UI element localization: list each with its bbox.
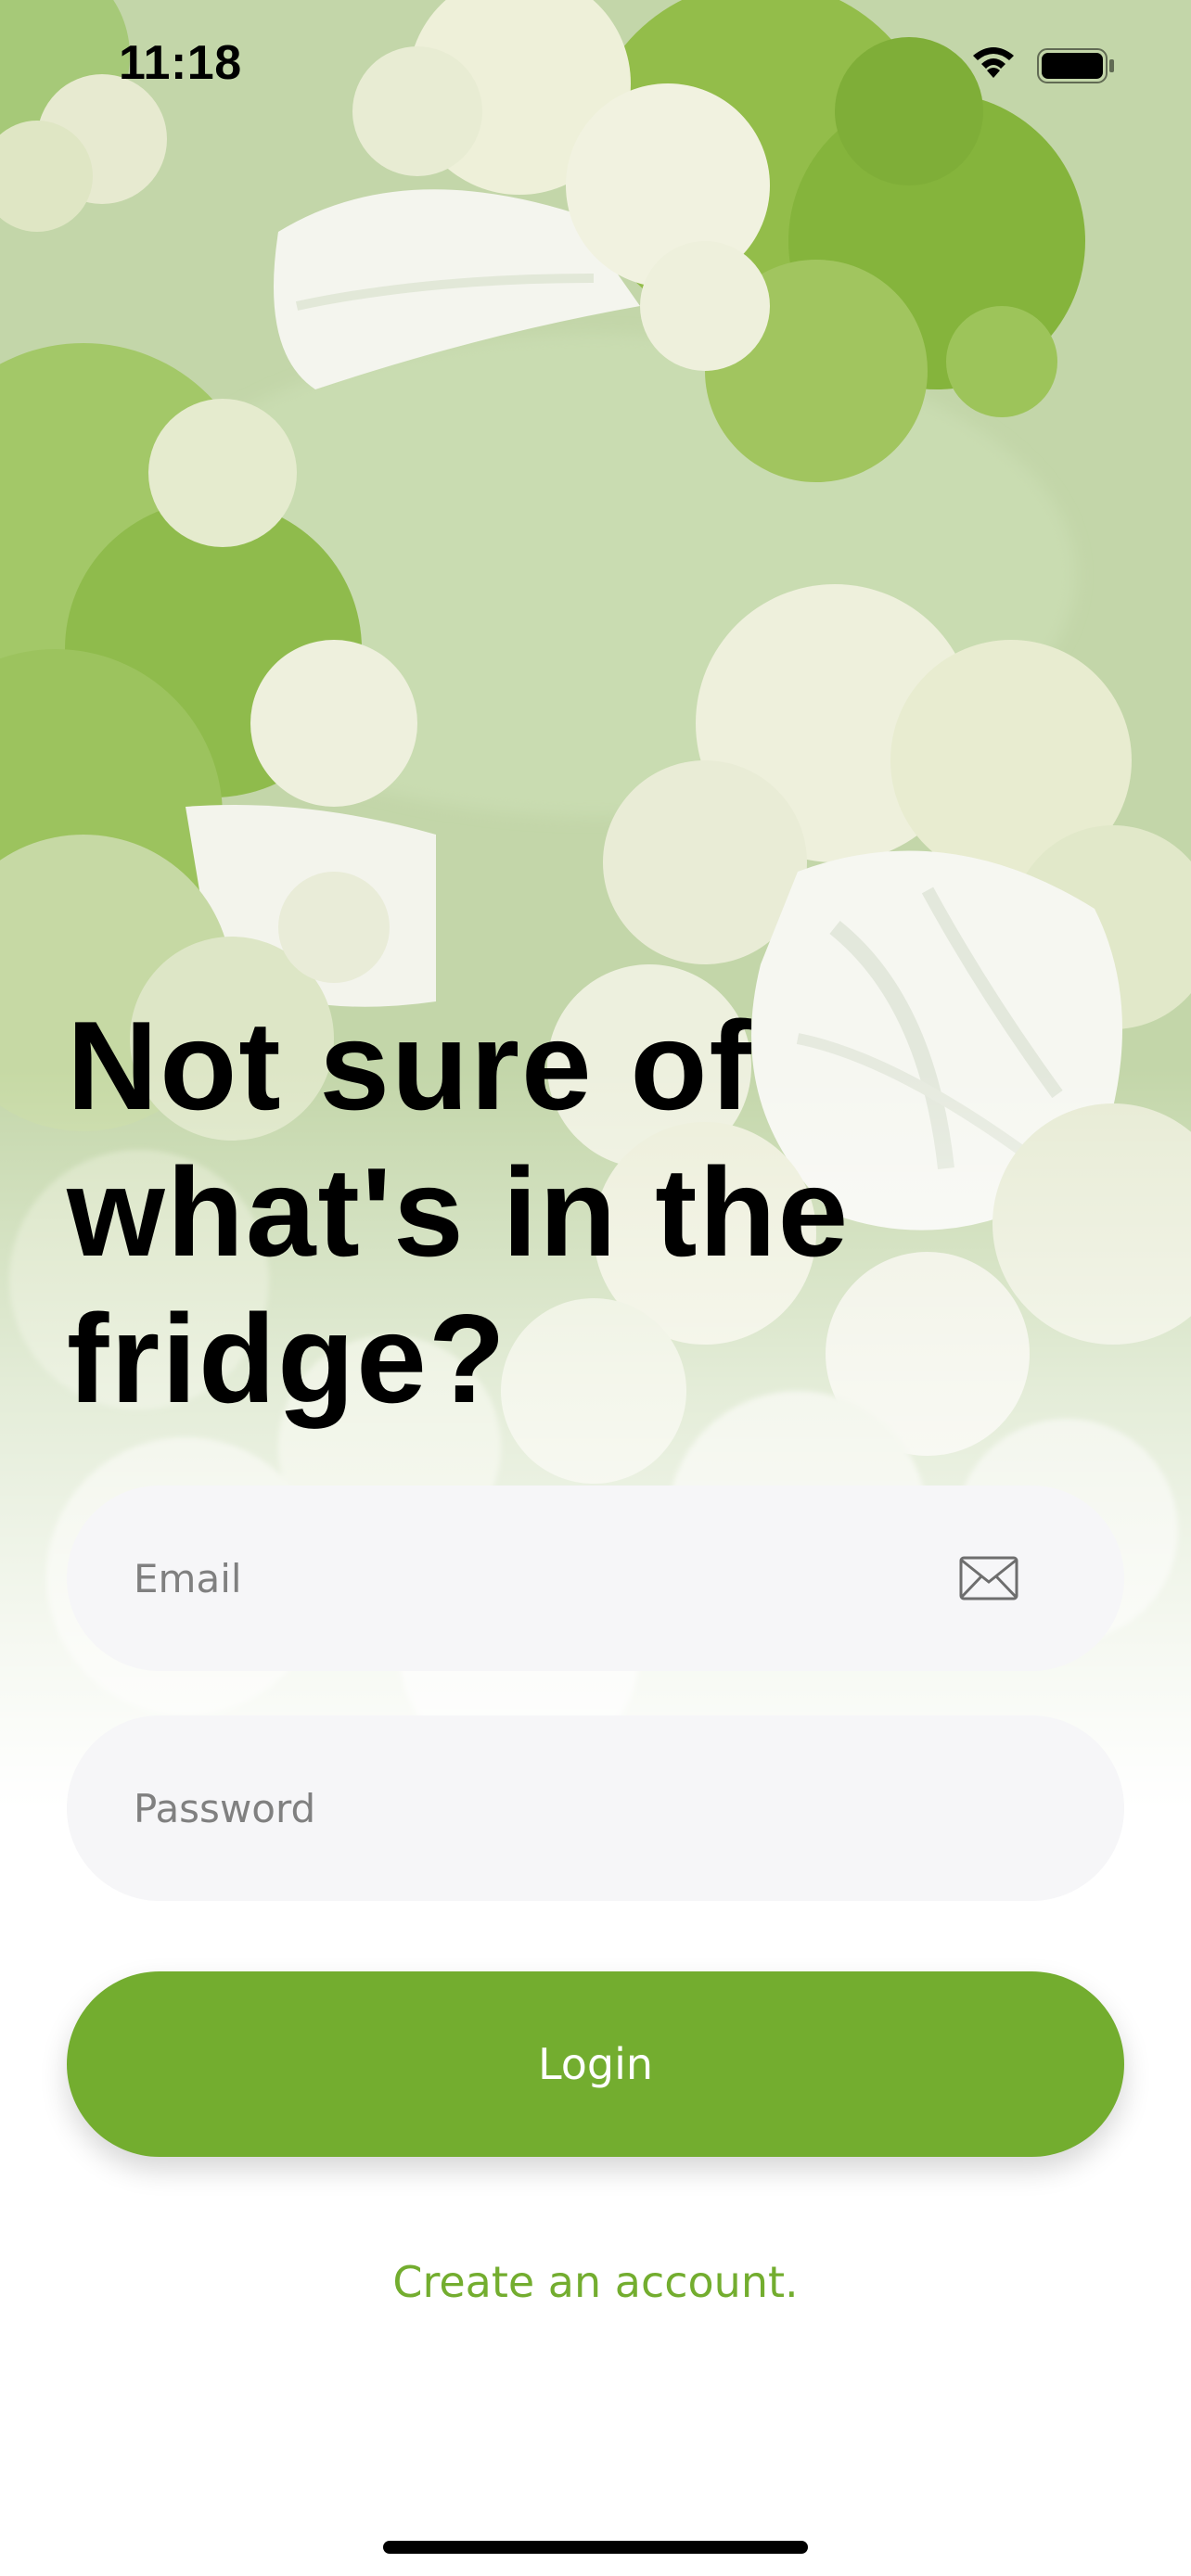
email-field[interactable] <box>67 1486 1124 1671</box>
mail-icon <box>959 1556 1018 1604</box>
status-time: 11:18 <box>119 36 242 90</box>
home-indicator <box>383 2541 808 2554</box>
battery-icon <box>1037 48 1115 87</box>
headline: Not sure of what's in the fridge? <box>67 995 851 1429</box>
password-input[interactable] <box>134 1715 950 1901</box>
status-bar: 11:18 <box>0 0 1191 139</box>
email-input[interactable] <box>134 1486 950 1671</box>
create-account-link[interactable]: Create an account. <box>0 2257 1191 2307</box>
password-field[interactable] <box>67 1715 1124 1901</box>
login-button[interactable]: Login <box>67 1971 1124 2157</box>
wifi-icon <box>968 45 1018 85</box>
